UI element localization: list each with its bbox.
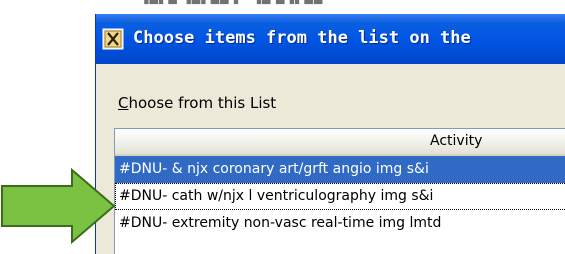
column-header-activity[interactable]: Activity bbox=[115, 129, 565, 156]
column-header-label: Activity bbox=[430, 133, 483, 149]
green-arrow-icon bbox=[1, 168, 116, 244]
list-item-text: #DNU- & njx coronary art/grft angio img … bbox=[119, 161, 429, 177]
title-bar[interactable]: Choose items from the list on the bbox=[96, 14, 565, 64]
choose-items-dialog: Choose items from the list on the Choose… bbox=[95, 14, 565, 254]
window-app-icon[interactable] bbox=[102, 28, 124, 50]
list-label: Choose from this List bbox=[118, 94, 276, 112]
list-item-text: #DNU- cath w/njx l ventriculography img … bbox=[119, 188, 434, 204]
list-item[interactable]: #DNU- cath w/njx l ventriculography img … bbox=[115, 183, 565, 210]
background-window-sliver: ▝▀▘▀ ▝▀▘▀▀▝ ▝▀ ▀▝▘▀▀ bbox=[140, 0, 324, 11]
list-item[interactable]: #DNU- extremity non-vasc real-time img l… bbox=[115, 210, 565, 237]
list-item-text: #DNU- extremity non-vasc real-time img l… bbox=[119, 215, 442, 231]
activity-listbox[interactable]: Activity #DNU- & njx coronary art/grft a… bbox=[114, 128, 565, 254]
list-label-access-key: C bbox=[118, 94, 129, 112]
list-label-text: hoose from this List bbox=[128, 94, 277, 112]
window-title: Choose items from the list on the bbox=[133, 28, 471, 48]
list-item[interactable]: #DNU- & njx coronary art/grft angio img … bbox=[115, 156, 565, 183]
